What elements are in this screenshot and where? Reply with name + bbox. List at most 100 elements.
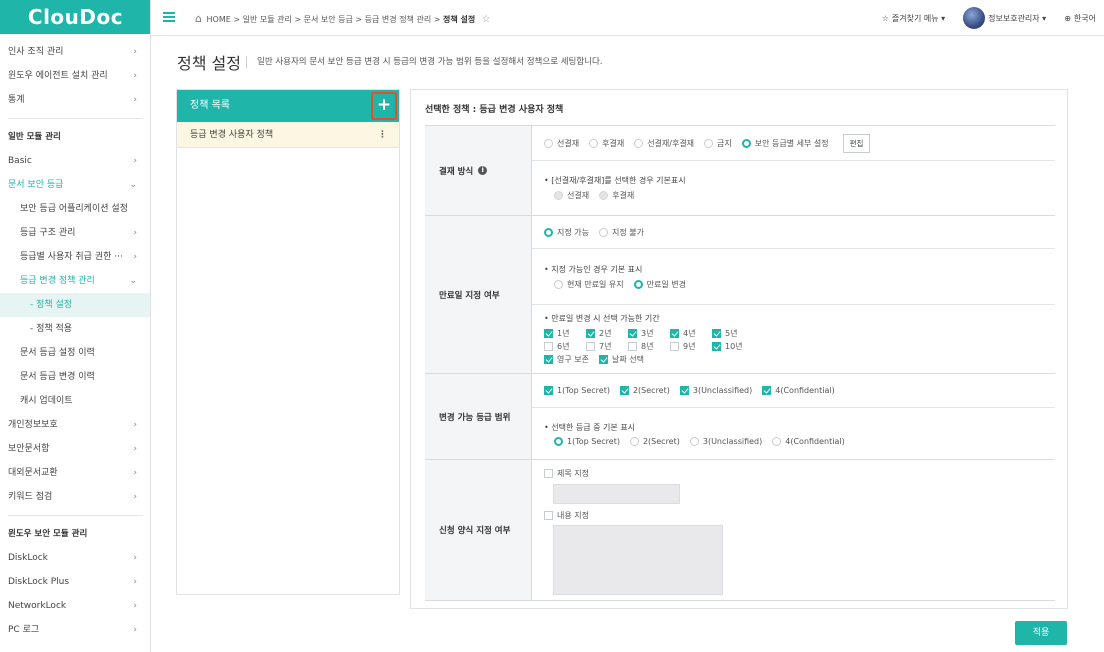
- sidebar-item-disklock-plus[interactable]: DiskLock Plus ›: [0, 570, 150, 594]
- chevron-right-icon: ›: [133, 420, 137, 430]
- checkbox-9y[interactable]: 9년: [670, 341, 712, 352]
- sidebar-item-doc-security[interactable]: 문서 보안 등급 ⌄: [0, 173, 150, 197]
- chevron-right-icon: ›: [133, 71, 137, 81]
- radio-keep-expiry[interactable]: 현재 만료일 유지: [554, 279, 624, 290]
- checkbox-grade-1[interactable]: 1(Top Secret): [544, 386, 610, 395]
- divider: [8, 118, 143, 119]
- home-icon[interactable]: ⌂: [195, 12, 202, 25]
- list-item[interactable]: 등급 변경 사용자 정책 ⋮: [177, 122, 399, 148]
- menu-toggle-icon[interactable]: [163, 12, 175, 22]
- checkbox-6y[interactable]: 6년: [544, 341, 586, 352]
- top-right-controls: ☆ 즐겨찾기 메뉴 ▾ 정보보호관리자 ▾ ⊕ 한국어: [882, 7, 1096, 29]
- chevron-right-icon: ›: [133, 601, 137, 611]
- add-policy-button[interactable]: +: [371, 92, 397, 120]
- selected-policy-title: 선택한 정책 : 등급 변경 사용자 정책: [425, 105, 564, 115]
- sidebar-item-agent-install[interactable]: 윈도우 에이전트 설치 관리 ›: [0, 64, 150, 88]
- breadcrumb-current: 정책 설정: [442, 15, 476, 24]
- chevron-right-icon: ›: [133, 252, 137, 262]
- sidebar-item-policy-apply[interactable]: - 정책 적용: [0, 317, 150, 341]
- sidebar-item-user-rights[interactable]: 등급별 사용자 취급 권한 ··· ›: [0, 245, 150, 269]
- sidebar-section-windows: 윈도우 보안 모듈 관리: [8, 529, 88, 539]
- sidebar-item-networklock[interactable]: NetworkLock ›: [0, 594, 150, 618]
- policy-list-panel: 정책 목록 + 등급 변경 사용자 정책 ⋮: [176, 89, 400, 595]
- sidebar-item-stats[interactable]: 통계 ›: [0, 88, 150, 112]
- checkbox-3y[interactable]: 3년: [628, 328, 670, 339]
- radio-expiry-not-allowed[interactable]: 지정 불가: [598, 227, 644, 238]
- sidebar-item-grade-structure[interactable]: 등급 구조 관리 ›: [0, 221, 150, 245]
- radio-default-grade-4[interactable]: 4(Confidential): [772, 436, 845, 446]
- checkbox-10y[interactable]: 10년: [712, 341, 754, 352]
- sidebar-item-policy-settings[interactable]: - 정책 설정: [0, 293, 150, 317]
- page-title: 정책 설정: [177, 54, 241, 73]
- sidebar-item-set-history[interactable]: 문서 등급 설정 이력: [0, 341, 150, 365]
- radio-pre-approval[interactable]: 선결재: [544, 138, 579, 149]
- sidebar-item-change-history[interactable]: 문서 등급 변경 이력: [0, 365, 150, 389]
- radio-default-grade-3[interactable]: 3(Unclassified): [689, 436, 762, 446]
- breadcrumb: ⌂ HOME > 일반 모듈 관리 > 문서 보안 등급 > 등급 변경 정책 …: [195, 12, 491, 25]
- checkbox-grade-2[interactable]: 2(Secret): [619, 386, 670, 395]
- page-description: 일반 사용자의 문서 보안 등급 변경 시 등급의 변경 가능 범위 등을 설정…: [246, 56, 603, 68]
- globe-icon: ⊕: [1064, 13, 1071, 23]
- checkbox-2y[interactable]: 2년: [586, 328, 628, 339]
- sidebar-item-change-policy[interactable]: 등급 변경 정책 관리 ⌄: [0, 269, 150, 293]
- radio-change-expiry[interactable]: 만료일 변경: [633, 279, 686, 290]
- app-logo[interactable]: ClouDoc: [0, 0, 150, 34]
- radio-expiry-allowed[interactable]: 지정 가능: [544, 227, 589, 238]
- more-options-icon[interactable]: ⋮: [378, 122, 387, 148]
- chevron-right-icon: ›: [133, 95, 137, 105]
- policy-settings-table: 결재 방식 i 선결재 후결재 선결재/후결재 금지 보안 등급별 세부 설정 편…: [425, 125, 1055, 601]
- chevron-right-icon: ›: [133, 228, 137, 238]
- sidebar-item-pc-log[interactable]: PC 로그 ›: [0, 618, 150, 642]
- favorite-star-icon[interactable]: ☆: [482, 14, 491, 25]
- sidebar-item-org[interactable]: 인사 조직 관리 ›: [0, 40, 150, 64]
- radio-pre-post-approval[interactable]: 선결재/후결재: [634, 138, 694, 149]
- sidebar-item-secure-box[interactable]: 보안문서함 ›: [0, 437, 150, 461]
- radio-default-grade-2[interactable]: 2(Secret): [629, 436, 680, 446]
- chevron-down-icon: ⌄: [129, 180, 137, 190]
- radio-post-approval[interactable]: 후결재: [589, 138, 624, 149]
- star-icon: ☆: [881, 13, 889, 23]
- checkbox-permanent[interactable]: 영구 보존: [544, 354, 589, 365]
- grade-default: • 선택한 등급 중 기본 표시 1(Top Secret) 2(Secret)…: [532, 408, 1055, 459]
- grade-default-title: • 선택한 등급 중 기본 표시: [544, 422, 636, 432]
- sidebar-item-disklock[interactable]: DiskLock ›: [0, 546, 150, 570]
- sidebar-item-keyword[interactable]: 키워드 점검 ›: [0, 485, 150, 509]
- checkbox-date-select[interactable]: 날짜 선택: [598, 354, 644, 365]
- expiry-period-title: • 만료일 변경 시 선택 가능한 기간: [544, 314, 660, 323]
- sidebar-menu: 모예인 관리 인사 조직 관리› 윈도우 에이전트 설치 관리› 통계› 일반 …: [0, 28, 150, 642]
- radio-default-post: 후결재: [599, 190, 634, 201]
- approval-default: • [선결재/후결재]를 선택한 경우 기본표시 선결재 후결재: [532, 161, 1055, 215]
- edit-button[interactable]: 편집: [842, 133, 871, 153]
- sidebar-item-doc-exchange[interactable]: 대외문서교환 ›: [0, 461, 150, 485]
- chevron-right-icon: ›: [133, 492, 137, 502]
- title-input: [553, 484, 680, 504]
- chevron-right-icon: ›: [133, 156, 137, 166]
- apply-button[interactable]: 적용: [1015, 621, 1067, 645]
- sidebar-item-app-settings[interactable]: 보안 등급 어플리케이션 설정: [0, 197, 150, 221]
- policy-detail-panel: 선택한 정책 : 등급 변경 사용자 정책 결재 방식 i 선결재 후결재 선결재…: [410, 89, 1068, 609]
- sidebar-item-cache-update[interactable]: 캐시 업데이트: [0, 389, 150, 413]
- checkbox-grade-3[interactable]: 3(Unclassified): [679, 386, 752, 395]
- chevron-right-icon: ›: [133, 468, 137, 478]
- favorites-menu[interactable]: ☆ 즐겨찾기 메뉴 ▾: [882, 13, 945, 24]
- checkbox-content-spec[interactable]: 내용 지정: [544, 510, 589, 521]
- chevron-right-icon: ›: [133, 444, 137, 454]
- radio-default-grade-1[interactable]: 1(Top Secret): [554, 436, 620, 446]
- checkbox-1y[interactable]: 1년: [544, 328, 586, 339]
- breadcrumb-home[interactable]: HOME: [207, 15, 231, 24]
- checkbox-title-spec[interactable]: 제목 지정: [544, 468, 589, 479]
- info-icon[interactable]: i: [478, 166, 488, 175]
- user-menu[interactable]: 정보보호관리자 ▾: [963, 7, 1046, 29]
- checkbox-8y[interactable]: 8년: [628, 341, 670, 352]
- radio-per-grade[interactable]: 보안 등급별 세부 설정: [741, 138, 829, 149]
- top-bar: ⌂ HOME > 일반 모듈 관리 > 문서 보안 등급 > 등급 변경 정책 …: [151, 0, 1104, 36]
- radio-forbidden[interactable]: 금지: [704, 138, 732, 149]
- expiry-default-title: • 지정 가능인 경우 기본 표시: [544, 264, 643, 274]
- sidebar-item-privacy[interactable]: 개인정보보호 ›: [0, 413, 150, 437]
- checkbox-5y[interactable]: 5년: [712, 328, 754, 339]
- language-select[interactable]: ⊕ 한국어: [1064, 13, 1096, 24]
- checkbox-grade-4[interactable]: 4(Confidential): [762, 386, 835, 395]
- checkbox-7y[interactable]: 7년: [586, 341, 628, 352]
- checkbox-4y[interactable]: 4년: [670, 328, 712, 339]
- sidebar-item-basic[interactable]: Basic ›: [0, 149, 150, 173]
